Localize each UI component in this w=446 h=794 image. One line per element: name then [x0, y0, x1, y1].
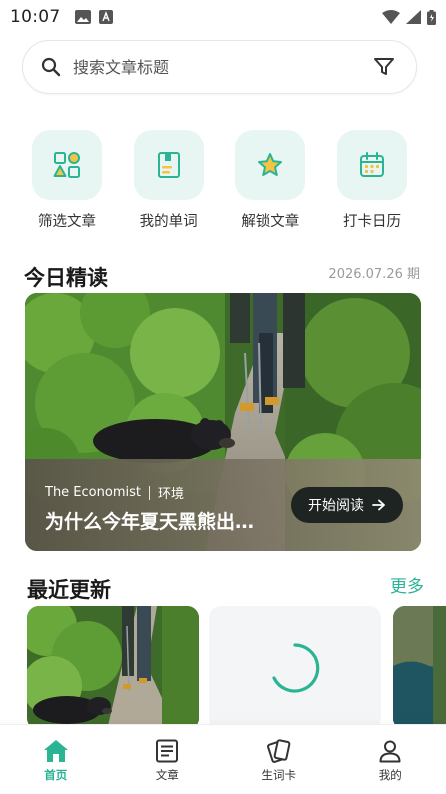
recent-article-card[interactable]	[27, 606, 199, 730]
arrow-right-icon	[372, 499, 385, 511]
status-bar: 10:07	[0, 0, 446, 34]
flashcard-icon	[266, 739, 291, 763]
loading-spinner-icon	[272, 643, 320, 693]
article-icon	[156, 739, 179, 763]
quick-action-checkin-calendar[interactable]: 打卡日历	[327, 130, 417, 231]
status-time: 10:07	[10, 7, 61, 27]
article-meta: The Economist 环境	[45, 483, 184, 502]
app-notification-icon	[98, 10, 113, 24]
battery-icon	[427, 9, 436, 25]
quick-actions: 筛选文章 我的单词 解锁文章 打卡日历	[22, 130, 417, 231]
home-icon	[43, 740, 68, 762]
quick-action-label: 打卡日历	[342, 214, 401, 230]
bottom-navigation: 首页 文章 生词卡 我的	[0, 724, 446, 794]
search-bar[interactable]	[22, 40, 417, 94]
start-reading-label: 开始阅读	[308, 498, 364, 514]
quick-action-icon-box	[235, 130, 306, 200]
featured-article-title: 为什么今年夏天黑熊出…	[45, 511, 255, 533]
search-input[interactable]	[73, 57, 370, 77]
recent-article-card[interactable]	[393, 606, 446, 730]
calendar-icon	[359, 152, 384, 177]
word-book-icon	[157, 152, 180, 178]
recent-article-image	[27, 606, 199, 730]
article-category: 环境	[157, 487, 184, 502]
quick-action-my-words[interactable]: 我的单词	[124, 130, 214, 231]
nav-label: 文章	[155, 768, 179, 782]
filter-button[interactable]	[370, 53, 398, 81]
wifi-icon	[382, 10, 400, 24]
profile-icon	[379, 740, 401, 763]
nav-label: 生词卡	[261, 768, 297, 782]
search-icon	[41, 57, 61, 77]
nav-home[interactable]: 首页	[0, 725, 112, 794]
quick-action-icon-box	[133, 130, 204, 200]
recent-articles-row	[27, 606, 446, 730]
nav-profile[interactable]: 我的	[335, 725, 446, 794]
nav-label: 我的	[378, 768, 402, 782]
issue-date: 2026.07.26 期	[328, 267, 420, 282]
meta-divider	[148, 485, 150, 500]
nav-label: 首页	[44, 768, 68, 782]
nav-articles[interactable]: 文章	[112, 725, 224, 794]
quick-action-icon-box	[336, 130, 407, 200]
filter-funnel-icon	[374, 58, 394, 75]
start-reading-button[interactable]: 开始阅读	[291, 487, 403, 523]
recent-section-title: 最近更新	[27, 578, 111, 602]
nav-flashcards[interactable]: 生词卡	[223, 725, 335, 794]
more-link[interactable]: 更多	[390, 572, 424, 597]
quick-action-icon-box	[32, 130, 102, 200]
quick-action-label: 我的单词	[139, 214, 198, 230]
gallery-icon	[74, 10, 91, 24]
quick-action-unlock-articles[interactable]: 解锁文章	[225, 130, 315, 231]
signal-icon	[406, 10, 421, 24]
quick-action-filter-articles[interactable]: 筛选文章	[22, 130, 112, 231]
recent-article-image	[393, 606, 446, 730]
star-icon	[258, 153, 283, 176]
article-source: The Economist	[45, 485, 141, 500]
daily-section-title: 今日精读	[24, 266, 108, 290]
quick-action-label: 筛选文章	[38, 214, 96, 230]
recent-article-card-loading[interactable]	[209, 606, 381, 730]
featured-article-card[interactable]: The Economist 环境 为什么今年夏天黑熊出… 开始阅读	[25, 293, 421, 551]
shapes-filter-icon	[53, 152, 80, 178]
quick-action-label: 解锁文章	[241, 214, 300, 230]
